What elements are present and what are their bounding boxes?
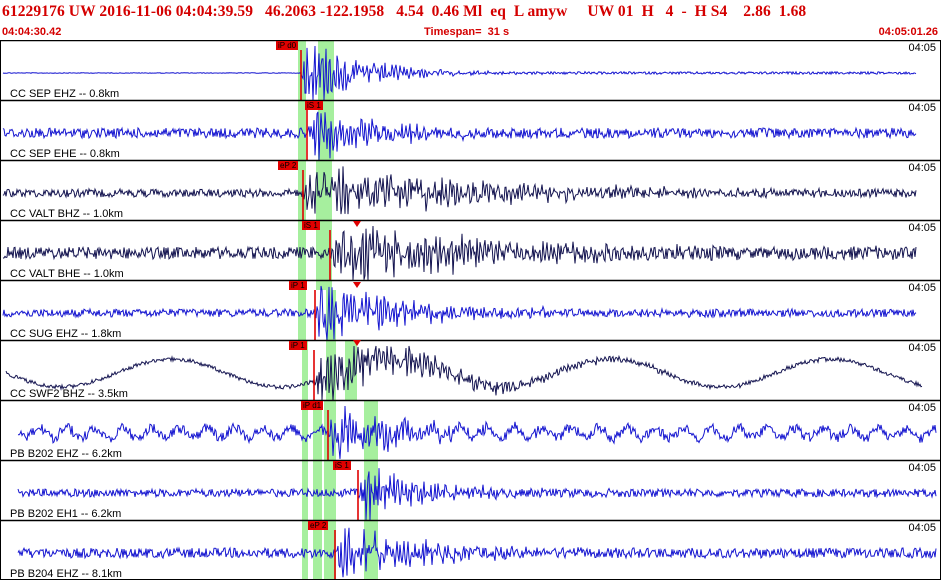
waveform-trace <box>2 166 917 215</box>
time-tick-label: 04:05 <box>908 462 936 474</box>
time-tick-label: 04:05 <box>908 162 936 174</box>
channel-label: CC SEP EHZ -- 0.8km <box>10 88 120 100</box>
end-time-label: 04:05:01.26 <box>878 26 938 38</box>
waveform-trace <box>5 345 923 401</box>
amplitude-marker <box>353 282 361 288</box>
start-time-label: 04:04:30.42 <box>2 26 62 38</box>
phase-pick-label[interactable]: iS 1 <box>302 221 320 230</box>
event-summary-title: 61229176 UW 2016-11-06 04:04:39.59 46.20… <box>2 3 807 20</box>
time-tick-label: 04:05 <box>908 522 936 534</box>
phase-pick-label[interactable]: iP 1 <box>289 281 307 290</box>
phase-pick-label[interactable]: iP 1 <box>289 341 307 350</box>
waveform-trace <box>2 285 917 341</box>
time-tick-label: 04:05 <box>908 102 936 114</box>
time-tick-label: 04:05 <box>908 42 936 54</box>
time-tick-label: 04:05 <box>908 222 936 234</box>
time-tick-label: 04:05 <box>908 402 936 414</box>
timespan-label: Timespan= 31 s <box>424 26 510 38</box>
channel-label: CC VALT BHZ -- 1.0km <box>10 208 124 220</box>
phase-pick-label[interactable]: iP d0 <box>276 41 299 50</box>
waveform-trace <box>2 111 917 161</box>
seismogram-panel <box>0 39 941 580</box>
waveform-trace <box>17 405 937 459</box>
waveform-trace <box>17 527 937 578</box>
channel-label: CC SUG EHZ -- 1.8km <box>10 328 122 340</box>
time-tick-label: 04:05 <box>908 342 936 354</box>
channel-label: PB B202 EH1 -- 6.2km <box>10 508 122 520</box>
time-tick-label: 04:05 <box>908 282 936 294</box>
phase-pick-label[interactable]: eP 2 <box>308 521 329 530</box>
channel-label: CC SEP EHE -- 0.8km <box>10 148 120 160</box>
event-header: 61229176 UW 2016-11-06 04:04:39.59 46.20… <box>0 0 941 40</box>
waveform-trace <box>2 225 917 281</box>
waveform-trace <box>2 45 917 101</box>
phase-pick-label[interactable]: eP 2 <box>278 161 299 170</box>
channel-label: CC SWF2 BHZ -- 3.5km <box>10 388 128 400</box>
phase-pick-label[interactable]: iS 1 <box>305 101 323 110</box>
waveform-trace <box>17 468 937 521</box>
phase-pick-label[interactable]: iP d1 <box>301 401 324 410</box>
channel-label: PB B202 EHZ -- 6.2km <box>10 448 122 460</box>
phase-pick-label[interactable]: iS 1 <box>333 461 351 470</box>
channel-label: PB B204 EHZ -- 8.1km <box>10 568 122 580</box>
amplitude-marker <box>353 221 361 227</box>
channel-label: CC VALT BHE -- 1.0km <box>10 268 124 280</box>
